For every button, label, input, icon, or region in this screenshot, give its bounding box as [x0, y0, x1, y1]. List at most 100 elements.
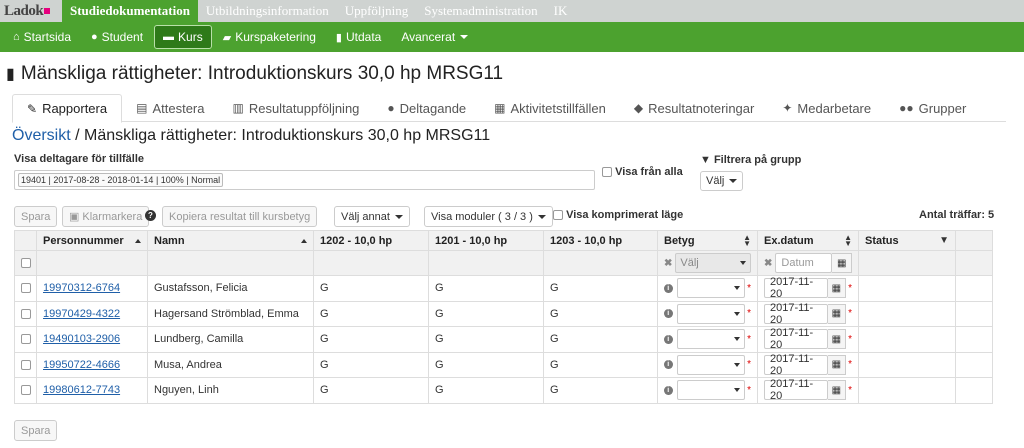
tab-rapportera[interactable]: ✎ Rapportera	[12, 94, 123, 123]
filtrera-grupp-label: ▼ Filtrera på grupp	[700, 154, 802, 166]
col-1201: 1201 - 10,0 hp	[428, 230, 544, 251]
exdatum-input[interactable]: 2017-11-20	[764, 302, 828, 326]
info-icon[interactable]: i	[664, 283, 673, 293]
col-personnummer[interactable]: Personnummer	[36, 230, 148, 251]
personnummer-link[interactable]: 19970312-6764	[43, 282, 120, 294]
personnummer-link[interactable]: 19950722-4666	[43, 359, 120, 371]
topnav-ik[interactable]: IK	[546, 0, 576, 22]
module-grade-cell: G	[313, 326, 429, 353]
status-cell	[858, 377, 956, 404]
nav-student[interactable]: ● Student	[82, 25, 152, 49]
col-status[interactable]: Status ▼	[858, 230, 956, 251]
module-grade-cell: G	[313, 275, 429, 302]
ladok-logo[interactable]: Ladok	[0, 0, 62, 22]
clear-icon[interactable]: ✖	[764, 258, 772, 269]
betyg-select[interactable]	[676, 354, 746, 375]
col-exdatum[interactable]: Ex.datum ▲ ▼	[757, 230, 859, 251]
betyg-filter-select[interactable]: Välj	[675, 253, 751, 273]
row-checkbox[interactable]	[21, 359, 31, 370]
calendar-icon[interactable]: ▦	[827, 329, 847, 350]
info-icon[interactable]: i	[664, 309, 673, 319]
info-icon[interactable]: i	[664, 385, 673, 395]
status-cell	[858, 300, 956, 327]
tab-resultatnoteringar[interactable]: ◆ Resultatnoteringar	[620, 94, 768, 122]
calendar-icon[interactable]: ▦	[827, 380, 847, 401]
filter-icon: ▼	[700, 154, 711, 166]
tab-grupper[interactable]: ●● Grupper	[885, 94, 980, 122]
nav-avancerat[interactable]: Avancerat	[392, 25, 477, 49]
select-all-checkbox[interactable]	[21, 258, 31, 269]
topnav-systemadministration[interactable]: Systemadministration	[416, 0, 545, 22]
betyg-select[interactable]	[676, 329, 746, 350]
calendar-icon[interactable]: ▦	[827, 278, 847, 299]
required-asterisk: *	[747, 308, 751, 320]
betyg-select[interactable]	[676, 303, 746, 324]
exdatum-input[interactable]: 2017-11-20	[764, 327, 828, 351]
visa-fran-alla-checkbox[interactable]	[602, 167, 612, 178]
clear-icon[interactable]: ✖	[664, 258, 672, 269]
tab-attestera[interactable]: ▤ Attestera	[122, 94, 218, 122]
nav-startsida[interactable]: ⌂ Startsida	[4, 25, 80, 49]
calendar-icon[interactable]: ▦	[827, 354, 847, 375]
exdatum-input[interactable]: 2017-11-20	[764, 276, 828, 300]
personnummer-link[interactable]: 19980612-7743	[43, 384, 120, 396]
topnav-studiedokumentation[interactable]: Studiedokumentation	[62, 0, 198, 22]
breadcrumb-oversikt-link[interactable]: Översikt	[12, 127, 71, 144]
info-icon[interactable]: ?	[145, 210, 156, 221]
visa-moduler-dropdown[interactable]: Visa moduler ( 3 / 3 )	[424, 206, 553, 227]
exdatum-input[interactable]: 2017-11-20	[764, 353, 828, 377]
klarmarkera-button[interactable]: ▣ Klarmarkera	[62, 206, 150, 227]
betyg-select[interactable]	[676, 380, 746, 401]
header-row: Personnummer Namn 1202 - 10,0 hp 1201 - …	[14, 230, 993, 251]
personnummer-link[interactable]: 19970429-4322	[43, 308, 120, 320]
topnav-uppfoljning[interactable]: Uppföljning	[337, 0, 417, 22]
calendar-icon[interactable]: ▦	[827, 303, 847, 324]
tab-medarbetare[interactable]: ✦ Medarbetare	[768, 94, 885, 122]
name-cell: Hagersand Strömblad, Emma	[147, 300, 314, 327]
tillfalle-multiselect[interactable]: 19401 | 2017-08-28 - 2018-01-14 | 100% |…	[14, 170, 595, 190]
module-grade-cell: G	[313, 377, 429, 404]
module-grade-cell: G	[543, 377, 658, 404]
nav-utdata[interactable]: ▮ Utdata	[327, 25, 390, 49]
personnummer-link[interactable]: 19490103-2906	[43, 333, 120, 345]
name-cell: Nguyen, Linh	[147, 377, 314, 404]
row-checkbox[interactable]	[21, 308, 31, 319]
topnav-utbildningsinformation[interactable]: Utbildningsinformation	[198, 0, 337, 22]
row-checkbox[interactable]	[21, 283, 31, 294]
book-icon: ▮	[6, 66, 15, 83]
valj-annat-dropdown[interactable]: Välj annat	[334, 206, 410, 227]
info-icon[interactable]: i	[664, 334, 673, 344]
tab-resultatuppfoljning[interactable]: ▥ Resultatuppföljning	[218, 94, 373, 122]
nav-kurs[interactable]: ▬ Kurs	[154, 25, 212, 49]
home-icon: ⌂	[13, 31, 20, 43]
datum-filter-input[interactable]: Datum	[775, 253, 833, 273]
exdatum-input[interactable]: 2017-11-20	[764, 378, 828, 402]
col-betyg[interactable]: Betyg ▲ ▼	[657, 230, 758, 251]
tillfalle-chip[interactable]: 19401 | 2017-08-28 - 2018-01-14 | 100% |…	[18, 173, 224, 187]
tab-bar: ✎ Rapportera ▤ Attestera ▥ Resultatuppföljn…	[12, 94, 1006, 123]
module-grade-cell: G	[428, 275, 544, 302]
module-navigation-bar: ⌂ Startsida ● Student ▬ Kurs ▰ Kurspaketerin…	[0, 22, 1024, 52]
module-grade-cell: G	[543, 300, 658, 327]
required-asterisk: *	[747, 333, 751, 345]
grupp-select-button[interactable]: Välj	[700, 171, 744, 191]
antal-traffar: Antal träffar: 5	[919, 209, 995, 221]
betyg-select[interactable]	[676, 278, 746, 299]
user-icon: ●	[91, 31, 98, 43]
lock-icon: ▣	[69, 211, 80, 223]
row-checkbox[interactable]	[21, 334, 31, 345]
row-checkbox[interactable]	[21, 385, 31, 396]
visa-komprimerat-checkbox[interactable]	[553, 210, 563, 221]
kopiera-resultat-button[interactable]: Kopiera resultat till kursbetyg	[162, 206, 318, 227]
chevron-down-icon	[729, 179, 738, 183]
col-namn[interactable]: Namn	[147, 230, 314, 251]
nav-kurspaketering[interactable]: ▰ Kurspaketering	[214, 25, 325, 49]
spara-button-bottom[interactable]: Spara	[14, 420, 58, 441]
info-icon[interactable]: i	[664, 360, 673, 370]
required-asterisk: *	[747, 282, 751, 294]
calendar-icon[interactable]: ▦	[832, 253, 852, 273]
tab-aktivitetstillfallen[interactable]: ▦ Aktivitetstillfällen	[480, 94, 620, 122]
filter-icon[interactable]: ▼	[939, 235, 949, 246]
spara-button[interactable]: Spara	[14, 206, 58, 227]
tab-deltagande[interactable]: ● Deltagande	[373, 94, 480, 122]
